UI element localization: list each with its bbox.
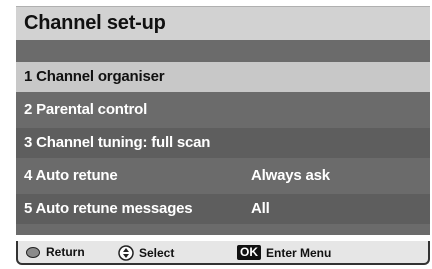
return-hint[interactable]: Return: [26, 245, 85, 259]
menu-item-label: 4 Auto retune: [24, 167, 118, 184]
menu-item-label: 1 Channel organiser: [24, 68, 165, 85]
up-down-arrows-icon: [118, 245, 134, 261]
enter-menu-label: Enter Menu: [266, 245, 332, 260]
menu-item-channel-tuning[interactable]: 3 Channel tuning: full scan: [16, 128, 430, 158]
channel-setup-screen: Channel set-up 1 Channel organiser 2 Par…: [16, 6, 430, 265]
menu-item-auto-retune-messages[interactable]: 5 Auto retune messages All: [16, 194, 430, 224]
menu-item-value: All: [251, 200, 270, 217]
button-hint-bar: Return Select OK Enter Menu: [16, 241, 430, 265]
select-label: Select: [139, 246, 175, 260]
title-bar: Channel set-up: [16, 6, 430, 40]
round-button-icon: [26, 246, 40, 258]
menu-panel: 1 Channel organiser 2 Parental control 3…: [16, 40, 430, 235]
menu-spacer: [16, 40, 430, 62]
menu-item-label: 5 Auto retune messages: [24, 200, 193, 217]
enter-menu-hint[interactable]: OK Enter Menu: [237, 245, 331, 260]
ok-button-icon: OK: [237, 245, 261, 260]
menu-item-value: Always ask: [251, 167, 330, 184]
menu-item-channel-organiser[interactable]: 1 Channel organiser: [16, 62, 430, 92]
return-label: Return: [46, 245, 85, 259]
page-title: Channel set-up: [24, 12, 166, 34]
menu-item-auto-retune[interactable]: 4 Auto retune Always ask: [16, 161, 430, 191]
menu-item-label: 2 Parental control: [24, 101, 148, 118]
menu-item-parental-control[interactable]: 2 Parental control: [16, 95, 430, 125]
menu-item-label: 3 Channel tuning: full scan: [24, 134, 211, 151]
select-hint[interactable]: Select: [118, 245, 174, 261]
